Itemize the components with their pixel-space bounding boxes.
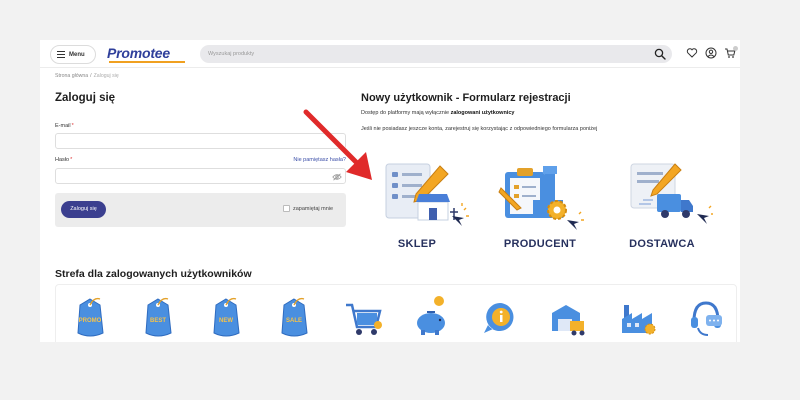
zone-title: Strefa dla zalogowanych użytkowników — [55, 268, 252, 280]
tag-text: PROMO — [79, 318, 102, 324]
register-option-shop[interactable]: SKLEP — [362, 158, 472, 258]
new-tag-icon[interactable]: NEW — [206, 295, 246, 339]
password-label: Hasło* — [55, 157, 73, 163]
tag-text: NEW — [219, 318, 233, 324]
promo-tag-icon[interactable]: PROMO — [70, 295, 110, 339]
search-input[interactable] — [208, 48, 638, 60]
sale-tag-icon[interactable]: SALE — [274, 295, 314, 339]
piggy-bank-icon[interactable] — [411, 295, 451, 339]
register-option-label: DOSTAWCA — [629, 238, 695, 250]
producer-form-icon — [498, 166, 584, 230]
page: Menu Promotee Strona główna/Zalo — [40, 40, 740, 342]
red-arrow-annotation — [303, 109, 372, 180]
menu-button[interactable]: Menu — [50, 45, 96, 64]
remember-label: zapamiętaj mnie — [293, 205, 334, 212]
login-actions: Zaloguj się zapamiętaj mnie — [55, 193, 346, 227]
warehouse-icon[interactable] — [548, 295, 588, 339]
breadcrumb-current: Zaloguj się — [93, 73, 119, 79]
register-option-label: SKLEP — [397, 238, 437, 250]
breadcrumb-separator: / — [90, 73, 92, 79]
logged-in-zone: PROMO BEST NEW SALE — [55, 284, 737, 342]
login-button[interactable]: Zaloguj się — [61, 201, 106, 218]
remember-checkbox[interactable] — [283, 205, 290, 212]
register-title: Nowy użytkownik - Formularz rejestracji — [361, 92, 571, 104]
factory-icon[interactable] — [618, 295, 658, 339]
register-option-producer[interactable]: PRODUCENT — [485, 158, 595, 258]
best-tag-icon[interactable]: BEST — [138, 295, 178, 339]
logo-underline — [109, 61, 185, 63]
site-header: Menu Promotee — [40, 40, 740, 68]
register-hint: Jeśli nie posiadasz jeszcze konta, zarej… — [361, 126, 598, 132]
remember-me[interactable]: zapamiętaj mnie — [283, 205, 333, 212]
tag-text: SALE — [286, 318, 302, 324]
hamburger-icon — [57, 50, 65, 59]
cart-icon[interactable] — [343, 295, 383, 339]
logo[interactable]: Promotee — [107, 45, 185, 63]
breadcrumb: Strona główna / Zaloguj się — [55, 73, 119, 79]
search-bar — [200, 45, 672, 63]
login-title: Zaloguj się — [55, 92, 116, 104]
breadcrumb-home[interactable]: Strona główna — [55, 73, 88, 79]
email-label: E-mail* — [55, 123, 74, 129]
heart-icon[interactable] — [686, 47, 698, 59]
logo-text: Promotee — [107, 45, 170, 61]
support-headset-icon[interactable] — [686, 295, 726, 339]
register-option-supplier[interactable]: DOSTAWCA — [607, 158, 717, 258]
cart-badge — [733, 46, 738, 51]
tag-text: BEST — [150, 318, 166, 324]
info-icon[interactable] — [480, 295, 520, 339]
search-icon[interactable] — [654, 48, 666, 60]
shop-form-icon — [385, 163, 469, 226]
menu-label: Menu — [69, 51, 85, 58]
register-option-label: PRODUCENT — [503, 238, 577, 250]
supplier-form-icon — [630, 163, 713, 224]
register-info: Dostęp do platformy mają wyłącznie zalog… — [361, 110, 515, 116]
user-icon[interactable] — [705, 47, 717, 59]
